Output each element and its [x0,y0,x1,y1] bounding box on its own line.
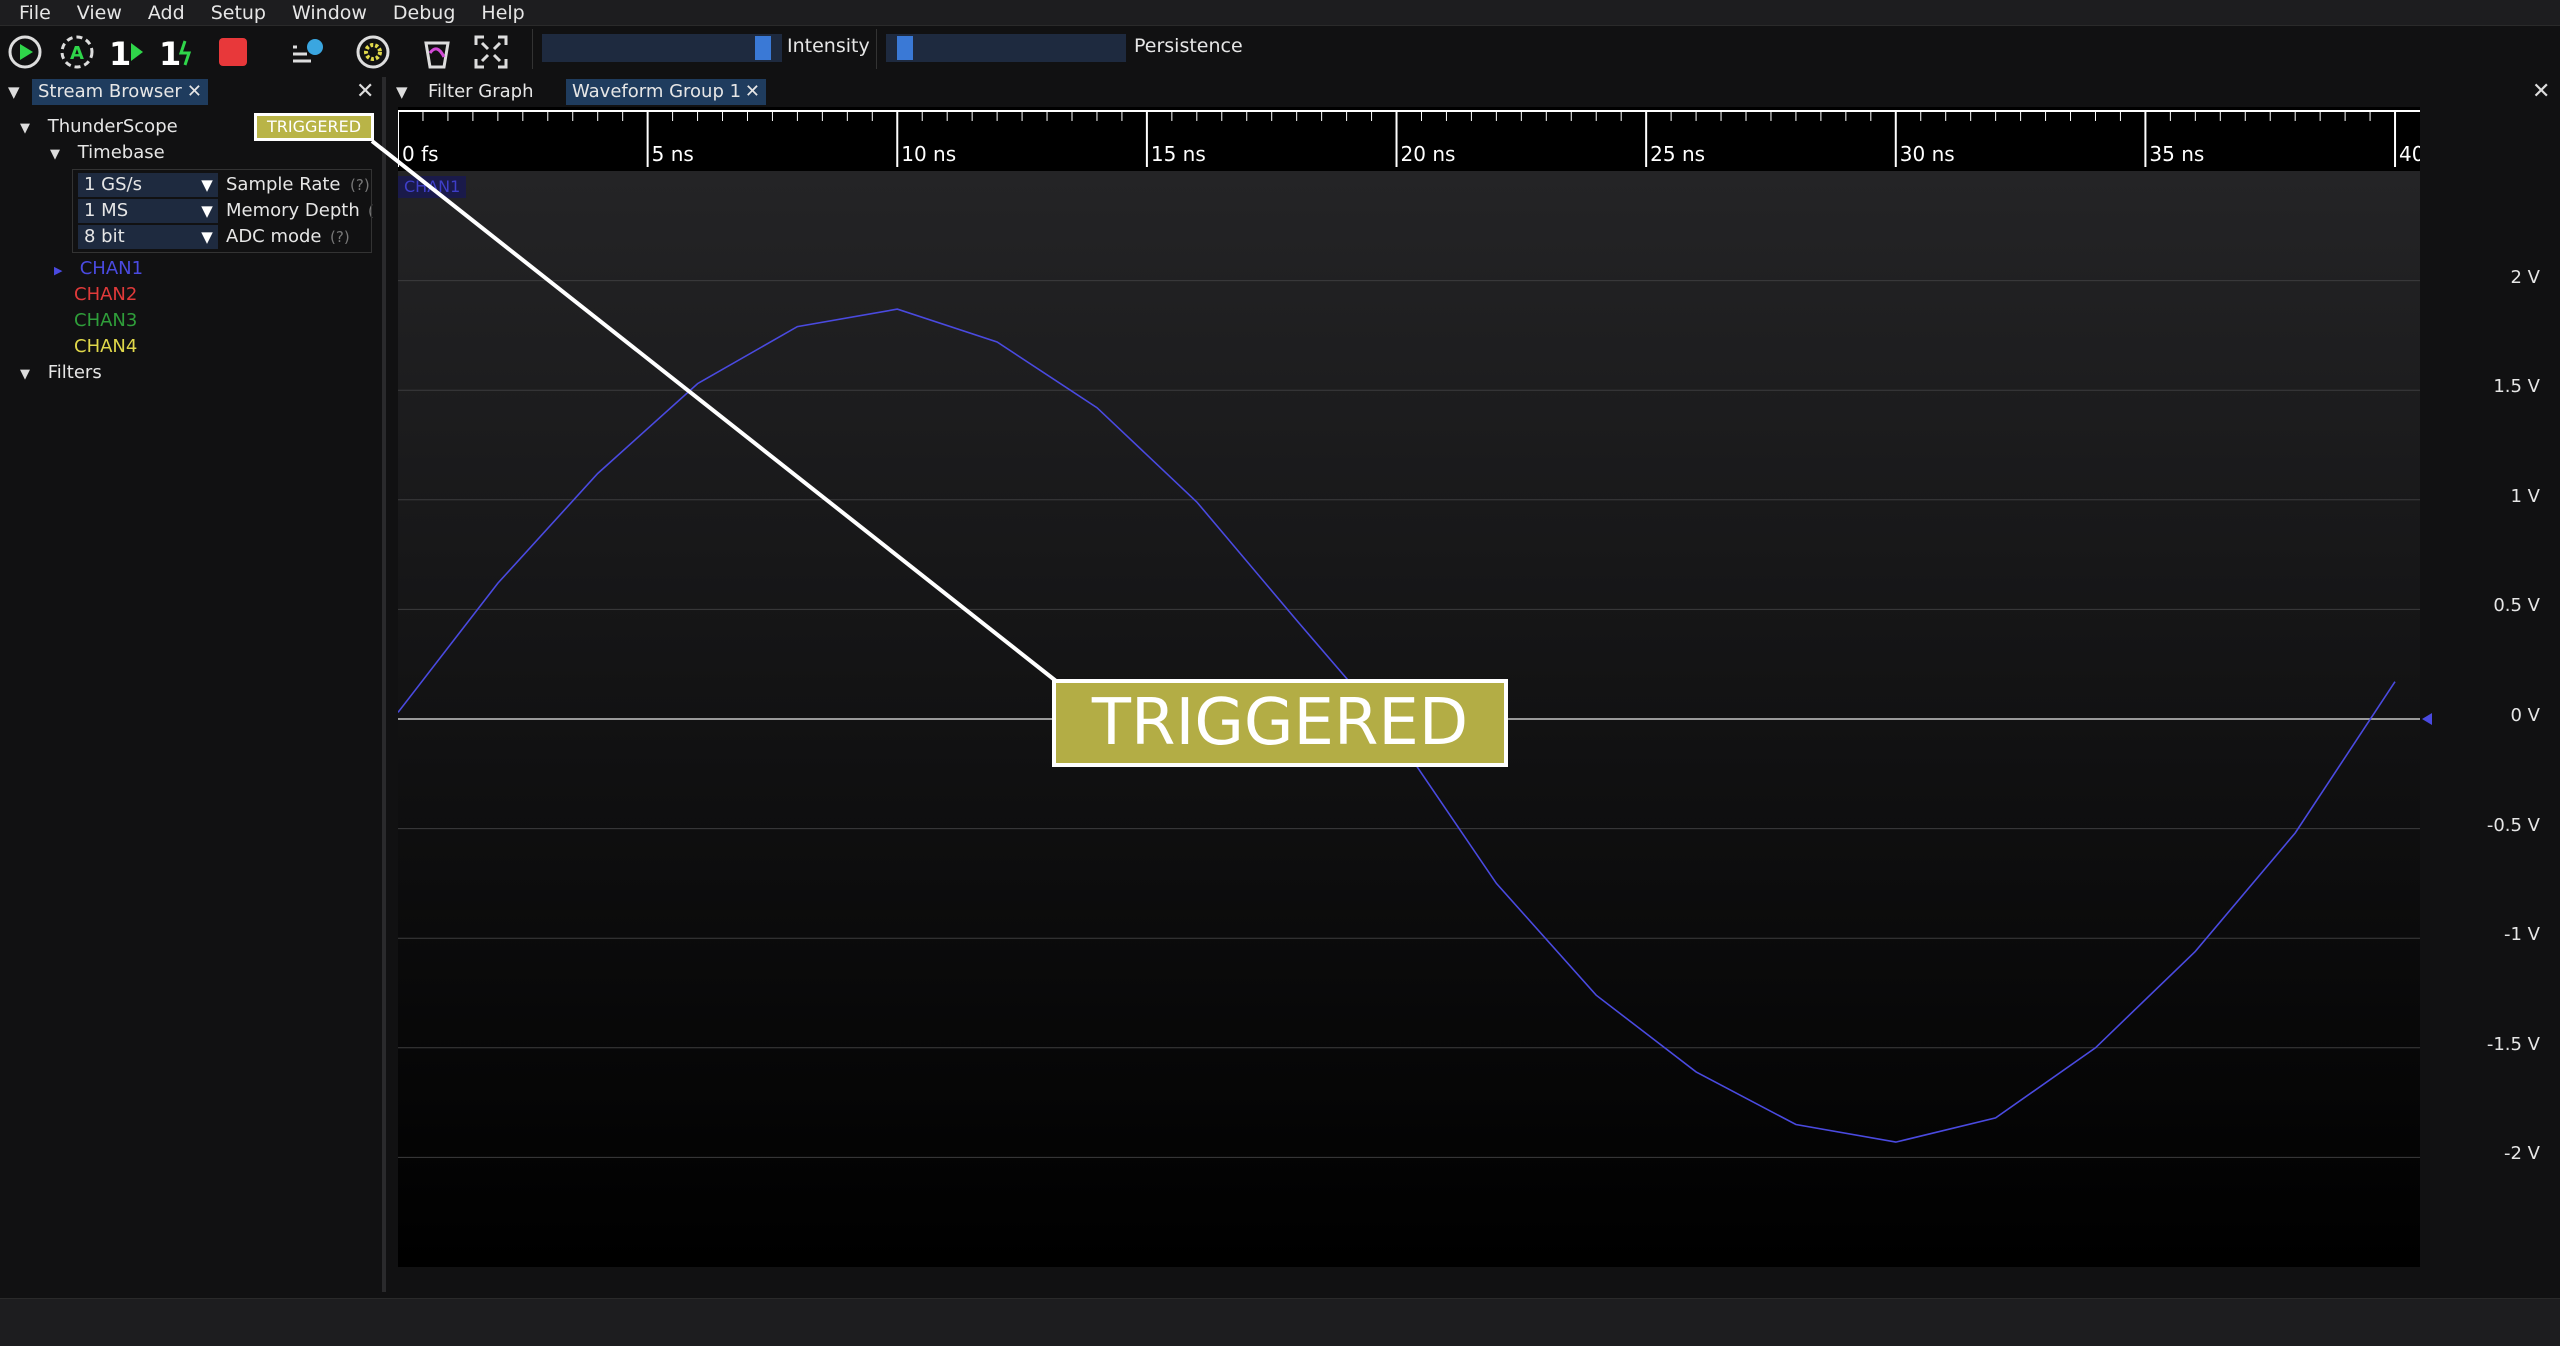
fullscreen-button[interactable] [470,31,512,73]
y-tick-label: -1.5 V [2486,1033,2540,1055]
force-trigger-icon: 1 [159,35,192,71]
single-trigger-icon: 1 [109,35,143,71]
timeline-tick-label: 0 fs [402,142,439,166]
svg-text:1: 1 [109,35,131,71]
timeline-svg: 0 fs 5 ns 10 ns 15 ns 20 ns 25 ns 30 ns 35 ns 40 [397,110,2424,167]
stream-browser-panel: ▼ Stream Browser ✕ ✕ ▼ ThunderScope TRIG… [0,77,382,1292]
tree-item-chan2[interactable]: CHAN2 [74,283,137,307]
intensity-slider-knob[interactable] [754,36,771,60]
toolbar: A 1 1 Intensity Persistence [0,27,2560,77]
force-trigger-button[interactable]: 1 [156,31,198,73]
menu-add[interactable]: Add [135,0,198,26]
y-tick-label: -0.5 V [2486,814,2540,836]
toolbar-separator [876,29,877,69]
right-tab-bar: ▼ Filter Graph Waveform Group 1 ✕ ✕ [390,77,2560,107]
tree-item-chan1[interactable]: ▶ CHAN1 [54,257,143,283]
run-button[interactable] [4,31,46,73]
y-tick-label: 2 V [2510,266,2541,288]
intensity-slider[interactable] [542,34,782,62]
expand-arrow-icon[interactable]: ▼ [20,117,36,141]
close-icon[interactable]: ✕ [187,79,202,105]
close-icon[interactable]: ✕ [356,79,374,104]
tab-stream-browser-label: Stream Browser [38,81,182,102]
tree-item-chan3[interactable]: CHAN3 [74,309,137,333]
panel-splitter[interactable] [382,77,386,1292]
history-icon [293,39,323,63]
persistence-label: Persistence [1134,35,1243,57]
chan4-label: CHAN4 [74,336,138,357]
persistence-slider-knob[interactable] [897,36,914,60]
toolbar-separator [532,29,533,69]
expand-arrow-icon[interactable]: ▼ [20,363,36,387]
menu-file[interactable]: File [6,0,64,26]
panel-menu-icon[interactable]: ▼ [396,83,416,103]
instrument-name: ThunderScope [47,116,178,137]
single-trigger-button[interactable]: 1 [106,31,148,73]
run-icon [8,35,42,69]
menu-view[interactable]: View [64,0,135,26]
y-tick-label: 1.5 V [2493,376,2540,398]
persistence-slider[interactable] [886,34,1126,62]
timeline-ruler[interactable]: 0 fs 5 ns 10 ns 15 ns 20 ns 25 ns 30 ns 35 ns 40 [397,107,2424,171]
y-tick-label: -2 V [2504,1143,2540,1165]
gear-icon [356,35,390,69]
trigger-level-marker-icon[interactable] [2420,711,2436,727]
menu-debug[interactable]: Debug [380,0,468,26]
tab-filter-graph-label: Filter Graph [428,81,534,102]
timeline-tick-label: 5 ns [652,142,694,166]
y-axis[interactable]: 2 V 1.5 V 1 V 0.5 V 0 V -0.5 V -1 V -1.5 V -2 V [2420,171,2560,1267]
props-frame [72,169,372,253]
channel-tag-chan1[interactable]: CHAN1 [398,176,467,198]
svg-text:1: 1 [159,35,181,71]
tree-item-timebase[interactable]: ▼ Timebase [50,141,165,167]
menu-setup[interactable]: Setup [198,0,279,26]
tab-filter-graph[interactable]: Filter Graph [422,79,562,105]
y-tick-label: -1 V [2504,924,2540,946]
timeline-tick-label: 35 ns [2149,142,2204,166]
clear-icon [424,41,450,69]
tree-item-filters[interactable]: ▼ Filters [20,361,102,387]
fullscreen-icon [474,35,508,69]
tab-waveform-group[interactable]: Waveform Group 1 ✕ [566,79,766,105]
settings-button[interactable] [352,31,394,73]
auto-trigger-button[interactable]: A [56,31,98,73]
chan3-label: CHAN3 [74,310,138,331]
timeline-tick-label: 10 ns [901,142,956,166]
timeline-tick-label: 15 ns [1151,142,1206,166]
close-icon[interactable]: ✕ [2532,79,2550,104]
history-button[interactable] [286,31,328,73]
svg-text:A: A [70,43,84,64]
trigger-status-badge: TRIGGERED [254,113,374,141]
trigger-callout-badge: TRIGGERED [1052,679,1508,767]
auto-trigger-icon: A [60,35,94,69]
left-tab-bar: ▼ Stream Browser ✕ ✕ [0,77,382,107]
timebase-label: Timebase [77,142,165,163]
y-tick-label: 0 V [2510,705,2541,726]
timeline-tick-label: 20 ns [1401,142,1456,166]
intensity-label: Intensity [787,35,870,57]
timeline-tick-label: 40 [2399,142,2420,166]
stop-icon [219,38,247,66]
stop-button[interactable] [212,31,254,73]
menu-window[interactable]: Window [279,0,380,26]
panel-menu-icon[interactable]: ▼ [8,83,28,103]
tree-item-chan4[interactable]: CHAN4 [74,335,137,359]
menu-bar: File View Add Setup Window Debug Help [0,0,2560,26]
expand-arrow-icon[interactable]: ▼ [50,143,66,167]
tree-item-instrument[interactable]: ▼ ThunderScope [20,115,178,141]
close-icon[interactable]: ✕ [745,79,760,105]
y-tick-label: 1 V [2510,485,2541,507]
clear-sweeps-button[interactable] [416,31,458,73]
chan1-label: CHAN1 [79,258,144,279]
y-tick-label: 0.5 V [2493,595,2540,617]
timeline-tick-label: 30 ns [1900,142,1955,166]
timeline-tick-label: 25 ns [1650,142,1705,166]
status-bar [0,1298,2560,1346]
chan2-label: CHAN2 [74,284,138,305]
expand-arrow-icon[interactable]: ▶ [54,259,70,283]
filters-label: Filters [47,362,102,383]
tab-stream-browser[interactable]: Stream Browser ✕ [32,79,208,105]
tab-waveform-group-label: Waveform Group 1 [572,81,742,102]
menu-help[interactable]: Help [468,0,537,26]
